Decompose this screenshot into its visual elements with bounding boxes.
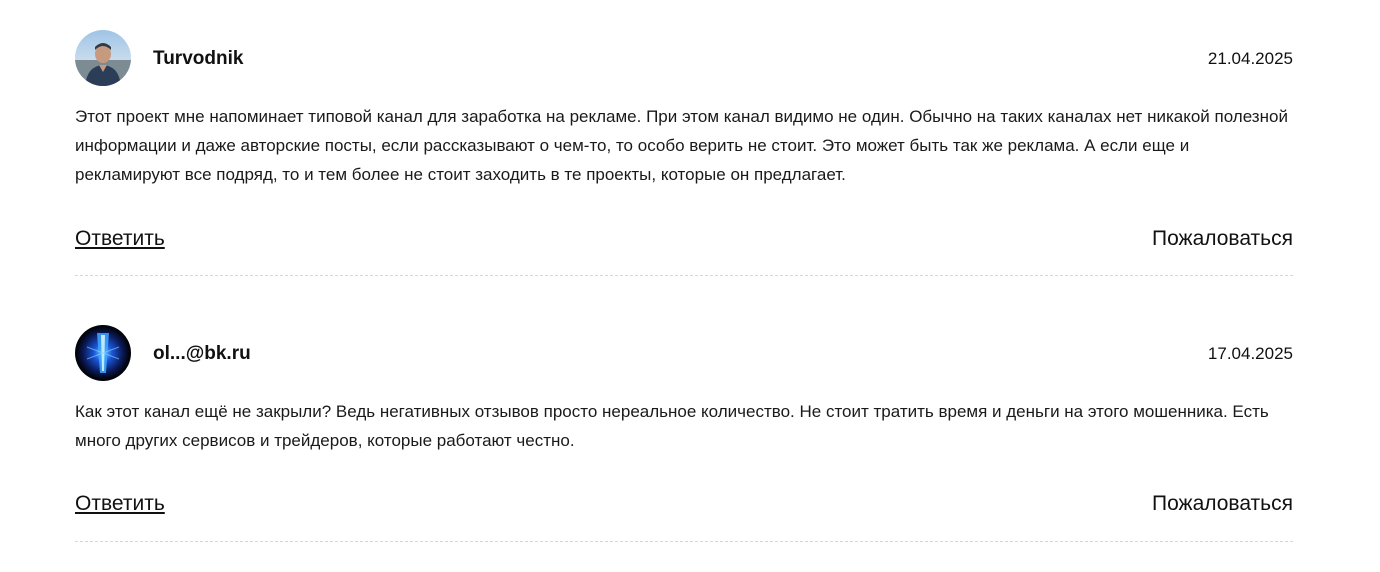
comment-header: Turvodnik 21.04.2025 [75,30,1293,88]
report-link[interactable]: Пожаловаться [1152,491,1293,517]
comment-actions: Ответить Пожаловаться [75,491,1293,517]
comment-item: Turvodnik 21.04.2025 Этот проект мне нап… [75,30,1293,276]
comment-text: Этот проект мне напоминает типовой канал… [75,107,1288,184]
comment-actions: Ответить Пожаловаться [75,226,1293,252]
comment-date: 21.04.2025 [1207,49,1293,68]
report-link[interactable]: Пожаловаться [1152,226,1293,252]
comment-text: Как этот канал ещё не закрыли? Ведь нега… [75,402,1269,450]
comment-author: Turvodnik [153,48,244,69]
reply-link[interactable]: Ответить [75,491,165,517]
reply-link[interactable]: Ответить [75,226,165,252]
comment-item: ol...@bk.ru 17.04.2025 Как этот канал ещ… [75,325,1293,542]
comment-divider [75,541,1293,542]
abstract-blue-avatar-icon[interactable] [75,325,131,381]
comment-date: 17.04.2025 [1207,344,1293,363]
comment-divider [75,275,1293,276]
user-photo-avatar-icon[interactable] [75,30,131,86]
comment-author: ol...@bk.ru [153,343,251,364]
comments-list: Turvodnik 21.04.2025 Этот проект мне нап… [0,0,1380,572]
comment-header: ol...@bk.ru 17.04.2025 [75,325,1293,383]
